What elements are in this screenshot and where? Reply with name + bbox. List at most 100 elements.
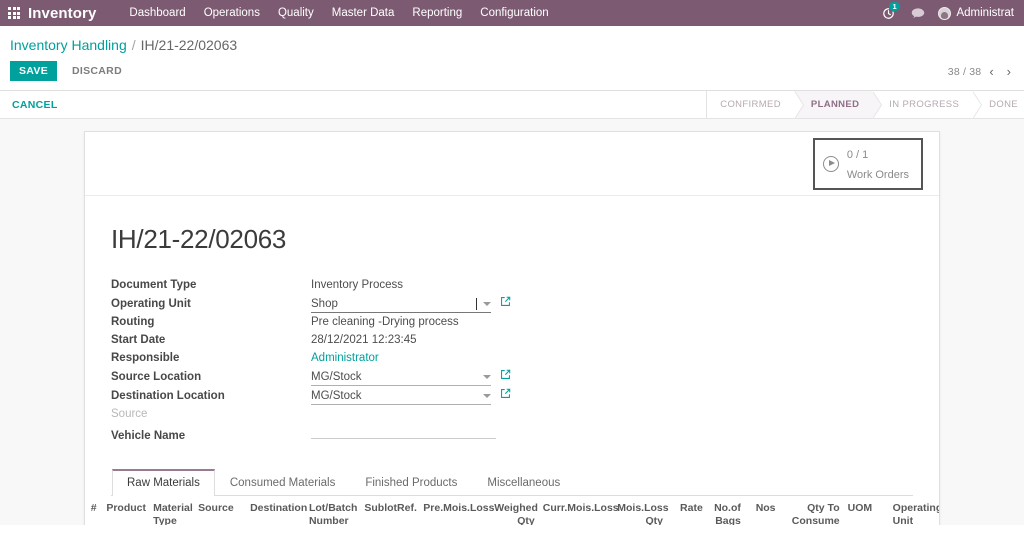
vehicle-name-input[interactable]	[311, 424, 496, 439]
main-menu: Dashboard Operations Quality Master Data…	[120, 2, 557, 24]
statusbar-row: CANCEL CONFIRMED PLANNED IN PROGRESS DON…	[0, 90, 1024, 119]
work-orders-label: Work Orders	[846, 169, 909, 181]
control-panel: Inventory Handling / IH/21-22/02063 SAVE…	[0, 26, 1024, 91]
menu-item-operations[interactable]: Operations	[195, 2, 269, 24]
menu-item-quality[interactable]: Quality	[269, 2, 323, 24]
stat-buttons-bar: 0 / 1 Work Orders	[85, 132, 939, 196]
field-responsible: Responsible Administrator	[111, 350, 511, 367]
column-header-product[interactable]: Product	[102, 496, 150, 525]
tab-finished-products[interactable]: Finished Products	[350, 469, 472, 496]
raw-materials-table: # Product Material Type Source Destinati…	[85, 496, 939, 525]
chevron-down-icon[interactable]	[483, 374, 491, 379]
pager-value: 38 / 38	[947, 65, 982, 78]
menu-item-configuration[interactable]: Configuration	[471, 2, 557, 24]
operating-unit-value: Shop	[311, 297, 338, 310]
top-navbar: Inventory Dashboard Operations Quality M…	[0, 0, 1024, 26]
page-title: IH/21-22/02063	[111, 224, 287, 254]
avatar	[938, 6, 952, 20]
column-header-destination[interactable]: Destination	[246, 496, 307, 525]
app-brand-title[interactable]: Inventory	[28, 5, 96, 22]
action-buttons-row: SAVE DISCARD 38 / 38 ‹ ›	[0, 53, 1024, 90]
field-label-source-location: Source Location	[111, 370, 202, 383]
field-source: Source	[111, 406, 511, 423]
field-value-start-date: 28/12/2021 12:23:45	[311, 334, 417, 346]
column-header-curr-mois-loss[interactable]: Curr.Mois.Loss	[538, 496, 619, 525]
menu-item-dashboard[interactable]: Dashboard	[120, 2, 194, 24]
field-routing: Routing Pre cleaning -Drying process	[111, 314, 511, 331]
cancel-button[interactable]: CANCEL	[0, 91, 70, 118]
status-step-in-progress[interactable]: IN PROGRESS	[872, 90, 982, 119]
work-orders-stat-button[interactable]: 0 / 1 Work Orders	[812, 138, 923, 190]
breadcrumb-parent-link[interactable]: Inventory Handling	[10, 37, 127, 53]
field-label-source: Source	[111, 408, 148, 420]
form-page-body: 0 / 1 Work Orders IH/21-22/02063 Documen…	[0, 119, 1024, 525]
breadcrumb-separator: /	[131, 37, 136, 53]
save-button[interactable]: SAVE	[10, 61, 58, 81]
menu-item-reporting[interactable]: Reporting	[403, 2, 471, 24]
external-link-icon-operating-unit[interactable]	[500, 296, 511, 307]
record-pager: 38 / 38 ‹ ›	[947, 65, 1016, 78]
destination-location-input[interactable]: MG/Stock	[311, 387, 491, 405]
status-step-confirmed[interactable]: CONFIRMED	[707, 90, 804, 119]
user-name-label: Administrat	[956, 7, 1014, 19]
column-header-no-of-bags[interactable]: No.of Bags	[706, 496, 745, 525]
pager-previous-button[interactable]: ‹	[984, 65, 998, 78]
destination-location-value: MG/Stock	[311, 389, 362, 402]
status-step-planned[interactable]: PLANNED	[793, 90, 883, 119]
field-label-operating-unit: Operating Unit	[111, 297, 191, 310]
column-header-rate[interactable]: Rate	[666, 496, 707, 525]
activity-clock-icon[interactable]: 1	[875, 0, 902, 26]
apps-grid-icon[interactable]	[0, 0, 28, 26]
column-header-qty-to-consume[interactable]: Qty To Consume	[779, 496, 844, 525]
column-header-lot-batch-number[interactable]: Lot/Batch Number	[304, 496, 361, 525]
work-orders-stat-text: 0 / 1 Work Orders	[847, 144, 909, 184]
user-menu[interactable]: Administrat	[934, 0, 1020, 26]
column-header-sublot-ref[interactable]: SublotRef.	[360, 496, 420, 525]
column-header-source[interactable]: Source	[194, 496, 247, 525]
field-label-document-type: Document Type	[111, 279, 197, 291]
tab-consumed-materials[interactable]: Consumed Materials	[215, 469, 350, 496]
column-header-weighed-qty[interactable]: Weighed Qty	[490, 496, 539, 525]
field-value-document-type: Inventory Process	[311, 279, 404, 291]
column-header-operating-unit[interactable]: Operating Unit	[888, 496, 939, 525]
raw-materials-table-wrapper: # Product Material Type Source Destinati…	[85, 496, 939, 525]
chevron-down-icon[interactable]	[483, 301, 491, 306]
table-header: # Product Material Type Source Destinati…	[85, 496, 939, 525]
field-label-start-date: Start Date	[111, 334, 166, 346]
record-sheet: 0 / 1 Work Orders IH/21-22/02063 Documen…	[84, 131, 940, 525]
external-link-icon-destination-location[interactable]	[500, 388, 511, 399]
column-header-mois-loss-qty[interactable]: Mois.Loss Qty	[613, 496, 669, 525]
menu-item-master-data[interactable]: Master Data	[323, 2, 404, 24]
field-value-routing: Pre cleaning -Drying process	[311, 316, 459, 328]
navbar-right-tools: 1 Administrat	[875, 0, 1024, 26]
field-source-location: Source Location MG/Stock	[111, 368, 511, 386]
field-label-vehicle-name: Vehicle Name	[111, 430, 186, 442]
field-label-destination-location: Destination Location	[111, 389, 225, 402]
column-header-index[interactable]: #	[85, 496, 103, 525]
activity-badge-count: 1	[889, 2, 900, 11]
field-document-type: Document Type Inventory Process	[111, 277, 511, 294]
field-operating-unit: Operating Unit Shop	[111, 295, 511, 313]
chevron-down-icon[interactable]	[483, 393, 491, 398]
tab-miscellaneous[interactable]: Miscellaneous	[472, 469, 575, 496]
notebook-tabs: Raw Materials Consumed Materials Finishe…	[111, 469, 913, 496]
column-header-uom[interactable]: UOM	[843, 496, 889, 525]
field-destination-location: Destination Location MG/Stock	[111, 387, 511, 405]
column-header-material-type[interactable]: Material Type	[149, 496, 195, 525]
column-header-qty-to-consume-label: Qty To Consume	[791, 502, 840, 525]
field-label-responsible: Responsible	[111, 352, 180, 364]
field-value-source	[311, 415, 511, 417]
discard-button[interactable]: DISCARD	[63, 61, 131, 81]
field-value-responsible[interactable]: Administrator	[311, 350, 511, 364]
operating-unit-input[interactable]: Shop	[311, 295, 491, 313]
chat-bubble-icon[interactable]	[904, 0, 932, 26]
breadcrumb-current: IH/21-22/02063	[140, 37, 238, 53]
tab-raw-materials[interactable]: Raw Materials	[112, 469, 215, 496]
source-location-input[interactable]: MG/Stock	[311, 368, 491, 386]
text-cursor	[476, 297, 477, 310]
pager-next-button[interactable]: ›	[1002, 65, 1016, 78]
breadcrumb: Inventory Handling / IH/21-22/02063	[0, 26, 1024, 53]
external-link-icon-source-location[interactable]	[500, 369, 511, 380]
column-header-nos[interactable]: Nos	[744, 496, 780, 525]
column-header-pre-mois-loss[interactable]: Pre.Mois.Loss	[419, 496, 494, 525]
